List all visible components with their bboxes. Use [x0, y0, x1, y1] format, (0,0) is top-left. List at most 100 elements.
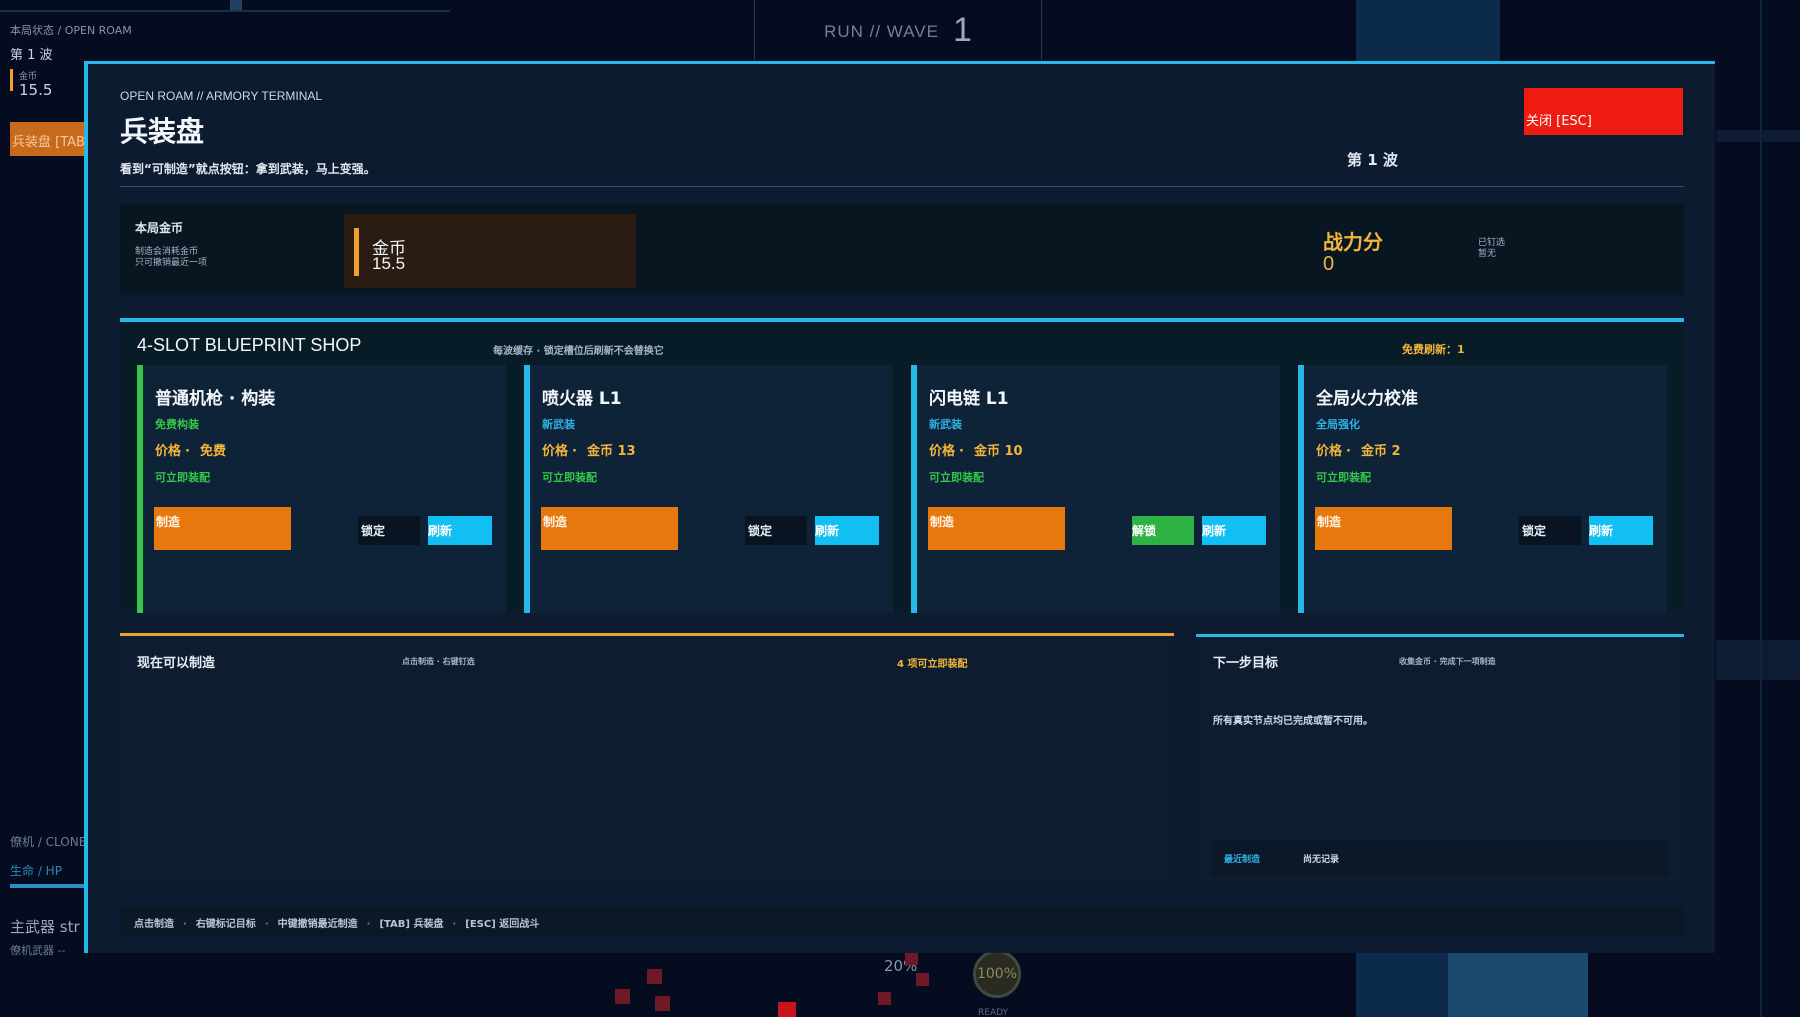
enemy-pixel	[778, 1002, 796, 1017]
modal-subtitle: 看到“可制造”就点按钮：拿到武装，马上变强。	[120, 162, 376, 176]
gold-panel-heading: 本局金币	[135, 221, 184, 235]
gold-counter: 金币 15.5	[344, 214, 636, 288]
craft-button[interactable]: 制造	[1315, 507, 1452, 550]
lock-button[interactable]: 锁定	[1519, 516, 1581, 545]
gold-panel-desc: 只可撤销最近一项	[135, 258, 208, 268]
refresh-button[interactable]: 刷新	[815, 516, 879, 545]
hint-tab: [TAB] 兵装盘	[379, 919, 444, 930]
card-name: 喷火器 L1	[542, 389, 622, 409]
pinned-label: 已钉选	[1478, 238, 1506, 248]
lock-button[interactable]: 锁定	[358, 516, 420, 545]
card-price-label: 价格	[929, 444, 956, 459]
craftable-panel: 现在可以制造 点击制造 · 右键钉选 4 项可立即装配	[120, 633, 1174, 886]
card-tag: 新武装	[929, 418, 962, 431]
recent-craft: 最近制造 尚无记录	[1212, 840, 1668, 876]
blueprint-shop: 4-SLOT BLUEPRINT SHOP 每波缓存 · 锁定槽位后刷新不会替换…	[120, 318, 1684, 613]
modal-divider	[120, 186, 1684, 187]
shop-card: 闪电链 L1 新武装 价格 · 金币 10 可立即装配 制造 解锁 刷新	[911, 365, 1280, 613]
refresh-button[interactable]: 刷新	[1589, 516, 1653, 545]
close-button[interactable]: 关闭 [ESC]	[1524, 88, 1683, 135]
craftable-hint: 点击制造 · 右键钉选	[402, 657, 475, 666]
card-tag: 新武装	[542, 418, 575, 431]
next-target-heading: 下一步目标	[1213, 656, 1279, 671]
bg-grid-line	[1716, 130, 1800, 142]
card-price: 价格 · 金币 2	[1316, 444, 1401, 459]
card-status: 可立即装配	[155, 471, 210, 484]
craft-button[interactable]: 制造	[928, 507, 1065, 550]
craftable-count: 4 项可立即装配	[897, 659, 968, 670]
card-status: 可立即装配	[542, 471, 597, 484]
hint-esc: [ESC] 返回战斗	[465, 919, 540, 930]
card-name: 全局火力校准	[1316, 389, 1418, 409]
shop-card: 普通机枪 · 构装 免费构装 价格 · 免费 可立即装配 制造 锁定 刷新	[137, 365, 506, 613]
card-price-value: 金币 2	[1360, 444, 1401, 459]
card-price: 价格 · 金币 13	[542, 444, 636, 459]
hud-hp-bar	[10, 884, 84, 888]
craft-button[interactable]: 制造	[541, 507, 678, 550]
next-target-panel: 下一步目标 收集金币 · 完成下一项制造 所有真实节点均已完成或暂不可用。 最近…	[1196, 634, 1684, 886]
bg-grid-line	[1716, 640, 1800, 680]
card-name: 普通机枪 · 构装	[155, 389, 276, 409]
hud-gold-value: 15.5	[19, 81, 53, 99]
enemy-pixel	[647, 969, 662, 984]
shop-title: 4-SLOT BLUEPRINT SHOP	[137, 335, 362, 355]
next-target-message: 所有真实节点均已完成或暂不可用。	[1213, 716, 1373, 727]
hud-hp-label: 生命 / HP	[10, 864, 62, 878]
enemy-pixel	[655, 996, 670, 1011]
unlock-button[interactable]: 解锁	[1132, 516, 1194, 545]
gold-value: 15.5	[372, 254, 406, 273]
refresh-button[interactable]: 刷新	[1202, 516, 1266, 545]
modal-wave: 第 1 波	[1347, 151, 1398, 169]
card-price-label: 价格	[542, 444, 569, 459]
card-price: 价格 · 金币 10	[929, 444, 1023, 459]
card-tag: 全局强化	[1316, 418, 1360, 431]
hint-craft: 点击制造	[134, 919, 174, 930]
enemy-pixel	[615, 989, 630, 1004]
card-price-value: 金币 10	[973, 444, 1023, 459]
card-name: 闪电链 L1	[929, 389, 1009, 409]
hud-breadcrumb: 本局状态 / OPEN ROAM	[10, 24, 132, 37]
refresh-button[interactable]: 刷新	[428, 516, 492, 545]
hud-run-label: RUN // WAVE	[824, 22, 939, 41]
craft-button[interactable]: 制造	[154, 507, 291, 550]
craftable-heading: 现在可以制造	[137, 656, 216, 671]
hud-wingman-weapon: 僚机武器 --	[10, 944, 66, 957]
hud-run-wave-number: 1	[952, 11, 972, 49]
hud-gold-bar	[10, 69, 13, 91]
armory-modal: OPEN ROAM // ARMORY TERMINAL 兵装盘 看到“可制造”…	[84, 61, 1715, 953]
enemy-pixel	[916, 973, 929, 986]
hud-clone-label: 僚机 / CLONE	[10, 835, 87, 849]
pinned-status: 已钉选 暂无	[1478, 238, 1505, 260]
card-status: 可立即装配	[929, 471, 984, 484]
power-score-label: 战力分	[1323, 230, 1383, 254]
shop-card: 喷火器 L1 新武装 价格 · 金币 13 可立即装配 制造 锁定 刷新	[524, 365, 893, 613]
controls-hints: 点击制造 · 右键标记目标 · 中键撤销最近制造 · [TAB] 兵装盘 · [ESC] 返回战…	[134, 919, 540, 930]
shop-note: 每波缓存 · 锁定槽位后刷新不会替换它	[493, 346, 664, 357]
free-refresh-count: 免费刷新：1	[1402, 343, 1465, 356]
bg-grid-line	[230, 0, 242, 10]
gold-panel: 本局金币 制造会消耗金币 只可撤销最近一项 金币 15.5 战力分 0 已钉选 …	[120, 204, 1684, 295]
card-price-value: 免费	[199, 444, 226, 459]
hud-ready-gauge: 100%	[973, 950, 1021, 998]
card-price-label: 价格	[1316, 444, 1343, 459]
next-target-hint: 收集金币 · 完成下一项制造	[1399, 657, 1496, 666]
card-status: 可立即装配	[1316, 471, 1371, 484]
hint-mark-target: 右键标记目标	[195, 919, 256, 930]
enemy-pixel	[878, 992, 891, 1005]
recent-craft-value: 尚无记录	[1303, 855, 1340, 865]
card-price: 价格 · 免费	[155, 444, 226, 459]
hud-main-weapon: 主武器 str	[10, 918, 80, 936]
recent-craft-label: 最近制造	[1224, 855, 1261, 865]
lock-button[interactable]: 锁定	[745, 516, 807, 545]
hud-run-wave: RUN // WAVE 1	[754, 0, 1042, 60]
modal-eyebrow: OPEN ROAM // ARMORY TERMINAL	[120, 89, 323, 103]
shop-card: 全局火力校准 全局强化 价格 · 金币 2 可立即装配 制造 锁定 刷新	[1298, 365, 1667, 613]
hud-ready-label: READY	[978, 1008, 1009, 1017]
hint-undo: 中键撤销最近制造	[277, 919, 358, 930]
card-price-label: 价格	[155, 444, 182, 459]
gold-accent-bar	[354, 228, 359, 276]
bg-grid-line	[1760, 0, 1762, 1017]
modal-title: 兵装盘	[120, 115, 205, 148]
controls-footer: 点击制造 · 右键标记目标 · 中键撤销最近制造 · [TAB] 兵装盘 · [ESC] 返回战…	[120, 906, 1684, 936]
bg-grid-line	[0, 10, 450, 12]
